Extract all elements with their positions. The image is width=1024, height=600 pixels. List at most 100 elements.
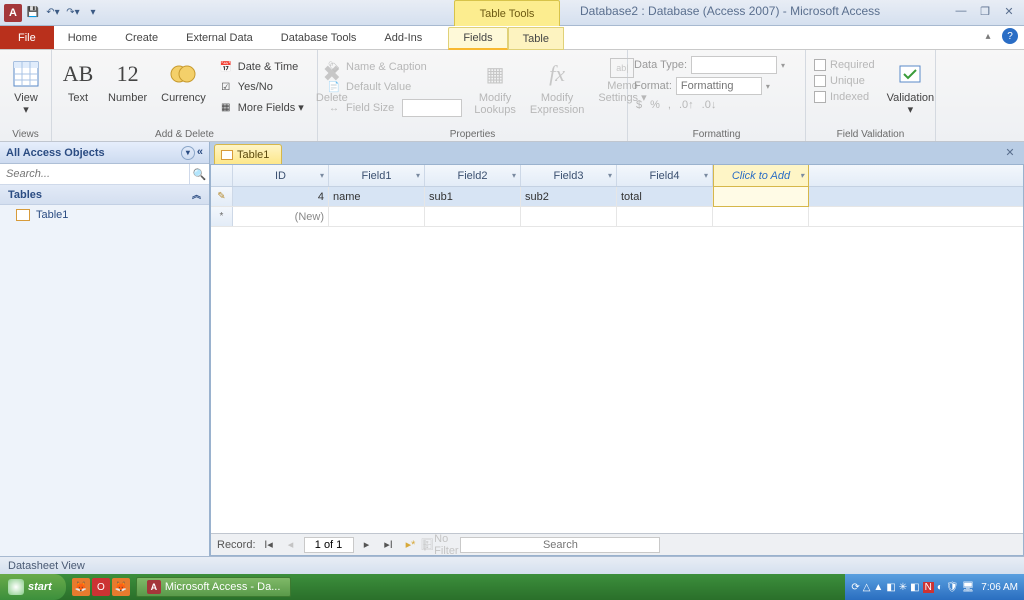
doc-tab-table1[interactable]: Table1 <box>214 144 282 164</box>
chevron-down-icon[interactable]: ▾ <box>608 171 612 180</box>
help-icon[interactable]: ? <box>1002 28 1018 44</box>
tray-icon[interactable]: N <box>923 582 934 593</box>
chevron-down-icon[interactable]: ▾ <box>512 171 516 180</box>
date-time-button[interactable]: 📅Date & Time <box>216 58 306 76</box>
cell-id-new[interactable]: (New) <box>233 207 329 226</box>
start-button[interactable]: start <box>0 574 66 600</box>
record-position-input[interactable] <box>304 537 354 553</box>
firefox-icon[interactable]: 🦊 <box>72 578 90 596</box>
record-label: Record: <box>217 539 256 551</box>
tab-table[interactable]: Table <box>508 27 564 50</box>
tab-database-tools[interactable]: Database Tools <box>267 26 371 49</box>
last-record-button[interactable]: ▸I <box>380 537 398 553</box>
opera-icon[interactable]: O <box>92 578 110 596</box>
nav-dropdown-icon[interactable]: ▾ <box>181 146 195 160</box>
cell[interactable]: sub2 <box>521 187 617 206</box>
col-field1[interactable]: Field1▾ <box>329 165 425 186</box>
col-field2[interactable]: Field2▾ <box>425 165 521 186</box>
col-add[interactable]: Click to Add▾ <box>713 164 809 187</box>
chevron-down-icon[interactable]: ▾ <box>416 171 420 180</box>
tray-icon[interactable]: △ <box>863 582 871 593</box>
contextual-tab-header: Table Tools <box>454 0 560 26</box>
tray-icon[interactable]: ◧ <box>910 582 919 593</box>
new-record-button[interactable]: ▸* <box>402 537 420 553</box>
row-selector-editing-icon[interactable]: ✎ <box>211 187 233 206</box>
taskbar-item-access[interactable]: AMicrosoft Access - Da... <box>136 577 292 597</box>
tab-create[interactable]: Create <box>111 26 172 49</box>
search-icon[interactable]: 🔍 <box>189 164 209 184</box>
cell[interactable]: sub1 <box>425 187 521 206</box>
currency-button[interactable]: Currency <box>157 56 210 106</box>
cell[interactable] <box>329 207 425 226</box>
qat-customize-icon[interactable]: ▾ <box>84 4 102 22</box>
col-field4[interactable]: Field4▾ <box>617 165 713 186</box>
table-icon <box>221 150 233 160</box>
chevron-down-icon[interactable]: ▾ <box>800 171 804 180</box>
required-checkbox: Required <box>812 58 877 72</box>
cell-active[interactable] <box>713 186 809 207</box>
record-search-input[interactable] <box>460 537 660 553</box>
view-button[interactable]: View▾ <box>6 56 46 118</box>
ribbon-tabs: File Home Create External Data Database … <box>0 26 1024 50</box>
first-record-button[interactable]: I◂ <box>260 537 278 553</box>
collapse-group-icon[interactable]: ︽ <box>192 188 201 201</box>
tray-icon[interactable]: 🖥 <box>962 582 975 593</box>
nav-header[interactable]: All Access Objects ▾« <box>0 142 209 164</box>
tray-icon[interactable]: ◧ <box>886 582 895 593</box>
validation-button[interactable]: Validation▾ <box>883 56 939 118</box>
row-selector-new-icon[interactable]: * <box>211 207 233 226</box>
chevron-down-icon[interactable]: ▾ <box>704 171 708 180</box>
clock[interactable]: 7:06 AM <box>981 582 1018 593</box>
cell[interactable]: total <box>617 187 713 206</box>
tray-icon[interactable]: ◐ <box>937 582 943 593</box>
cell[interactable] <box>617 207 713 226</box>
group-field-validation: Required Unique Indexed Validation▾ Fiel… <box>806 50 936 141</box>
group-properties-label: Properties <box>318 129 627 140</box>
undo-icon[interactable]: ↶▾ <box>44 4 62 22</box>
tray-icon[interactable]: ✳ <box>899 582 907 593</box>
datasheet: ID▾ Field1▾ Field2▾ Field3▾ Field4▾ Clic… <box>210 164 1024 556</box>
tab-external-data[interactable]: External Data <box>172 26 267 49</box>
nav-search-input[interactable] <box>0 164 189 184</box>
tray-icon[interactable]: ▲ <box>873 582 883 593</box>
nav-group-tables[interactable]: Tables︽ <box>0 185 209 205</box>
cell[interactable] <box>425 207 521 226</box>
col-field3[interactable]: Field3▾ <box>521 165 617 186</box>
percent-format-button: % <box>648 98 662 112</box>
minimize-button[interactable]: ― <box>952 3 970 19</box>
nav-item-table1[interactable]: Table1 <box>0 205 209 225</box>
nav-collapse-icon[interactable]: « <box>197 146 203 160</box>
chevron-down-icon[interactable]: ▾ <box>320 171 324 180</box>
cell[interactable] <box>713 207 809 226</box>
redo-icon[interactable]: ↷▾ <box>64 4 82 22</box>
tab-fields[interactable]: Fields <box>448 27 507 50</box>
grid-row-new[interactable]: * (New) <box>211 207 1023 227</box>
cell-id[interactable]: 4 <box>233 187 329 206</box>
number-button[interactable]: 12Number <box>104 56 151 106</box>
doc-close-button[interactable]: ✕ <box>1002 144 1018 160</box>
tray-icon[interactable]: 🛡 <box>946 582 959 593</box>
cell[interactable] <box>521 207 617 226</box>
tab-home[interactable]: Home <box>54 26 111 49</box>
tray-icon[interactable]: ⟳ <box>851 582 859 593</box>
text-button[interactable]: ABText <box>58 56 98 106</box>
format-label: Format: <box>634 80 672 92</box>
save-icon[interactable]: 💾 <box>24 4 42 22</box>
more-fields-button[interactable]: ▦More Fields ▾ <box>216 98 306 116</box>
tab-add-ins[interactable]: Add-Ins <box>370 26 436 49</box>
grid-row[interactable]: ✎ 4 name sub1 sub2 total <box>211 187 1023 207</box>
restore-button[interactable]: ❐ <box>976 3 994 19</box>
firefox-icon[interactable]: 🦊 <box>112 578 130 596</box>
cell[interactable]: name <box>329 187 425 206</box>
increase-decimals-button: .0↑ <box>677 98 696 112</box>
close-button[interactable]: ✕ <box>1000 3 1018 19</box>
yes-no-button[interactable]: ☑Yes/No <box>216 78 306 96</box>
minimize-ribbon-icon[interactable]: ▴ <box>980 28 996 44</box>
tab-file[interactable]: File <box>0 26 54 49</box>
app-icon[interactable]: A <box>4 4 22 22</box>
calendar-icon: 📅 <box>218 59 234 75</box>
next-record-button[interactable]: ▸ <box>358 537 376 553</box>
col-id[interactable]: ID▾ <box>233 165 329 186</box>
workspace: All Access Objects ▾« 🔍 Tables︽ Table1 T… <box>0 142 1024 556</box>
select-all-cell[interactable] <box>211 165 233 186</box>
